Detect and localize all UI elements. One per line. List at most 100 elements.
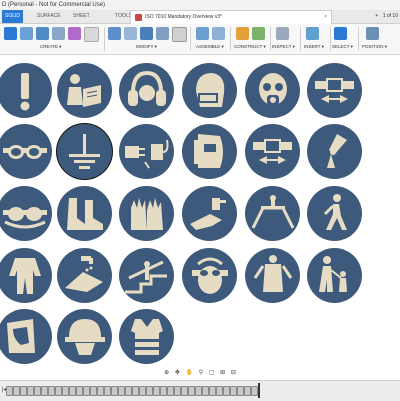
ear-protection-icon[interactable]: [119, 63, 174, 118]
timeline-feature-icon[interactable]: [216, 386, 223, 396]
timeline-marker[interactable]: [258, 383, 260, 398]
hard-hat-icon[interactable]: [57, 309, 112, 364]
overalls-icon[interactable]: [0, 248, 52, 303]
sketch-icon[interactable]: [20, 27, 33, 40]
timeline-feature-icon[interactable]: [181, 386, 188, 396]
timeline-feature-icon[interactable]: [188, 386, 195, 396]
timeline-feature-icon[interactable]: [41, 386, 48, 396]
display-settings-icon[interactable]: ▢: [209, 369, 215, 378]
grid-settings-icon[interactable]: ⊞: [220, 369, 225, 378]
position-icon[interactable]: [366, 27, 379, 40]
timeline-feature-icon[interactable]: [230, 386, 237, 396]
respirator-icon[interactable]: [245, 63, 300, 118]
design-menu-icon[interactable]: [4, 27, 17, 40]
safety-boots-icon[interactable]: [57, 186, 112, 241]
zoom-icon[interactable]: ⚲: [199, 369, 203, 378]
timeline-feature-icon[interactable]: [223, 386, 230, 396]
group-modify[interactable]: MODIFY ▾: [136, 44, 157, 50]
timeline-feature-icon[interactable]: [62, 386, 69, 396]
timeline-feature-icon[interactable]: [118, 386, 125, 396]
group-select[interactable]: SELECT ▾: [332, 44, 353, 50]
timeline-feature-icon[interactable]: [160, 386, 167, 396]
lever-icon[interactable]: [307, 124, 362, 179]
orbit-icon[interactable]: ⊕: [164, 369, 169, 378]
read-manual-icon[interactable]: [57, 63, 112, 118]
face-mask-icon[interactable]: [182, 63, 237, 118]
overpass-icon[interactable]: [245, 186, 300, 241]
timeline-feature-icon[interactable]: [202, 386, 209, 396]
timeline-feature-icon[interactable]: [55, 386, 62, 396]
group-construct[interactable]: CONSTRUCT ▾: [234, 44, 266, 50]
opaque-goggles-icon[interactable]: [0, 186, 52, 241]
exclamation-icon[interactable]: [0, 63, 52, 118]
handrail-icon[interactable]: [119, 248, 174, 303]
chamfer-icon[interactable]: [140, 27, 153, 40]
timeline-feature-icon[interactable]: [244, 386, 251, 396]
disconnect-plug-icon[interactable]: [119, 124, 174, 179]
timeline-feature-icon[interactable]: [34, 386, 41, 396]
timeline-feature-icon[interactable]: [48, 386, 55, 396]
earth-ground-icon[interactable]: [57, 124, 112, 179]
wash-hands-icon[interactable]: [57, 248, 112, 303]
timeline-feature-icon[interactable]: [111, 386, 118, 396]
face-protection-goggles-icon[interactable]: [182, 248, 237, 303]
group-position[interactable]: POSITION ▾: [362, 44, 387, 50]
group-inspect[interactable]: INSPECT ▾: [272, 44, 295, 50]
new-component-icon[interactable]: [196, 27, 209, 40]
close-icon[interactable]: ×: [324, 11, 327, 24]
welding-mask-icon[interactable]: [182, 124, 237, 179]
timeline-feature-icon[interactable]: [13, 386, 20, 396]
timeline-feature-icon[interactable]: [69, 386, 76, 396]
press-pull-icon[interactable]: [108, 27, 121, 40]
create-more-icon[interactable]: [84, 27, 99, 42]
timeline-feature-icon[interactable]: [153, 386, 160, 396]
new-tab-button[interactable]: +: [375, 10, 378, 23]
insert-image-icon[interactable]: [306, 27, 319, 40]
group-insert[interactable]: INSERT ▾: [304, 44, 324, 50]
group-assemble[interactable]: ASSEMBLE ▾: [196, 44, 224, 50]
timeline-feature-icon[interactable]: [20, 386, 27, 396]
move-icon[interactable]: [172, 27, 187, 42]
timeline-feature-icon[interactable]: [6, 386, 13, 396]
select-icon[interactable]: [334, 27, 347, 40]
pan-icon[interactable]: ✥: [175, 369, 180, 378]
viewports-icon[interactable]: ⊟: [231, 369, 236, 378]
timeline-feature-icon[interactable]: [132, 386, 139, 396]
timeline-feature-icon[interactable]: [209, 386, 216, 396]
joint-icon[interactable]: [212, 27, 225, 40]
tab-sheet-metal[interactable]: SHEET METAL: [70, 10, 93, 32]
timeline-feature-icon[interactable]: [167, 386, 174, 396]
timeline-feature-icon[interactable]: [146, 386, 153, 396]
tab-solid[interactable]: SOLID: [2, 10, 24, 23]
goggles-icon[interactable]: [0, 124, 52, 179]
timeline-feature-icon[interactable]: [83, 386, 90, 396]
timeline-feature-icon[interactable]: [251, 386, 258, 396]
gloves-icon[interactable]: [119, 186, 174, 241]
hand-icon[interactable]: ✋: [186, 369, 193, 378]
extrude-icon[interactable]: [36, 27, 49, 40]
seat-belt-icon[interactable]: [307, 63, 362, 118]
pedestrian-icon[interactable]: [307, 186, 362, 241]
seat-belt-2-icon[interactable]: [245, 124, 300, 179]
axis-icon[interactable]: [252, 27, 265, 40]
shell-icon[interactable]: [156, 27, 169, 40]
timeline-feature-icon[interactable]: [76, 386, 83, 396]
face-shield-icon[interactable]: [0, 309, 52, 364]
high-vis-vest-icon[interactable]: [119, 309, 174, 364]
timeline-feature-icon[interactable]: [195, 386, 202, 396]
offset-plane-icon[interactable]: [236, 27, 249, 40]
hand-cream-icon[interactable]: [182, 186, 237, 241]
timeline-feature-icon[interactable]: [27, 386, 34, 396]
fillet-icon[interactable]: [124, 27, 137, 40]
timeline-feature-icon[interactable]: [104, 386, 111, 396]
group-create[interactable]: CREATE ▾: [40, 44, 61, 50]
timeline-feature-icon[interactable]: [125, 386, 132, 396]
timeline-feature-icon[interactable]: [90, 386, 97, 396]
timeline-feature-icon[interactable]: [237, 386, 244, 396]
tab-surface[interactable]: SURFACE: [34, 10, 64, 23]
apron-icon[interactable]: [245, 248, 300, 303]
timeline-feature-icon[interactable]: [139, 386, 146, 396]
supervise-child-icon[interactable]: [307, 248, 362, 303]
revolve-icon[interactable]: [52, 27, 65, 40]
timeline-feature-icon[interactable]: [174, 386, 181, 396]
